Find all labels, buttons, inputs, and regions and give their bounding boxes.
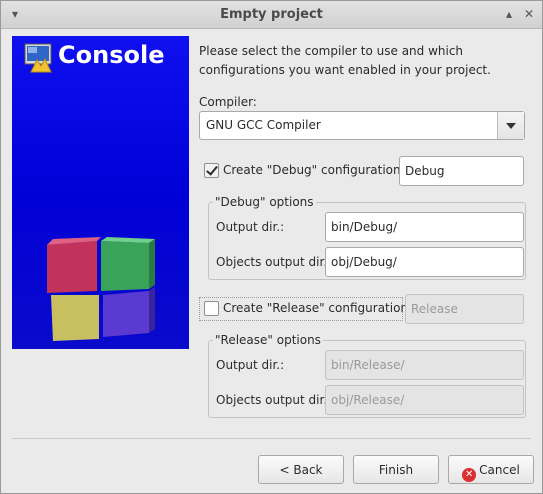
compiler-label: Compiler: [199,95,257,109]
release-output-dir-label: Output dir.: [216,358,285,372]
debug-checkbox-label: Create "Debug" configuration: [223,163,405,177]
cancel-button-label: Cancel [479,463,520,477]
cubes-logo-icon [47,237,155,341]
release-checkbox-label: Create "Release" configuration: [223,301,413,315]
debug-objects-dir-label: Objects output dir.: [216,255,332,269]
release-checkbox[interactable] [204,301,219,316]
compiler-selected-value: GNU GCC Compiler [206,118,321,132]
close-icon[interactable]: ✕ [521,6,537,22]
release-objects-dir-input[interactable]: obj/Release/ [325,385,524,415]
window-title: Empty project [220,7,323,22]
debug-output-dir-label: Output dir.: [216,220,285,234]
debug-options-title: "Debug" options [213,195,316,209]
console-logo-icon [24,43,52,73]
finish-button[interactable]: Finish [353,455,439,484]
compiler-select[interactable]: GNU GCC Compiler [199,111,525,140]
release-objects-dir-label: Objects output dir.: [216,393,332,407]
banner-title: Console [58,41,165,69]
debug-objects-dir-input[interactable]: obj/Debug/ [325,247,524,277]
chevron-down-icon[interactable] [497,112,524,139]
debug-checkbox[interactable] [204,163,219,178]
cancel-button[interactable]: ✕ Cancel [448,455,534,484]
release-output-dir-input[interactable]: bin/Release/ [325,350,524,380]
intro-text: Please select the compiler to use and wh… [199,44,491,77]
release-name-input[interactable]: Release [405,294,524,324]
wizard-window: ▾ Empty project ▴ ✕ Console Please selec… [0,0,543,494]
back-button[interactable]: < Back [258,455,344,484]
chevron-up-icon[interactable]: ▴ [501,6,517,22]
debug-name-input[interactable]: Debug [399,156,524,186]
release-options-title: "Release" options [213,333,323,347]
footer-separator [12,438,531,439]
cancel-icon: ✕ [462,468,477,482]
title-bar[interactable]: ▾ Empty project ▴ ✕ [1,1,542,29]
debug-output-dir-input[interactable]: bin/Debug/ [325,212,524,242]
wizard-banner: Console [12,36,189,349]
